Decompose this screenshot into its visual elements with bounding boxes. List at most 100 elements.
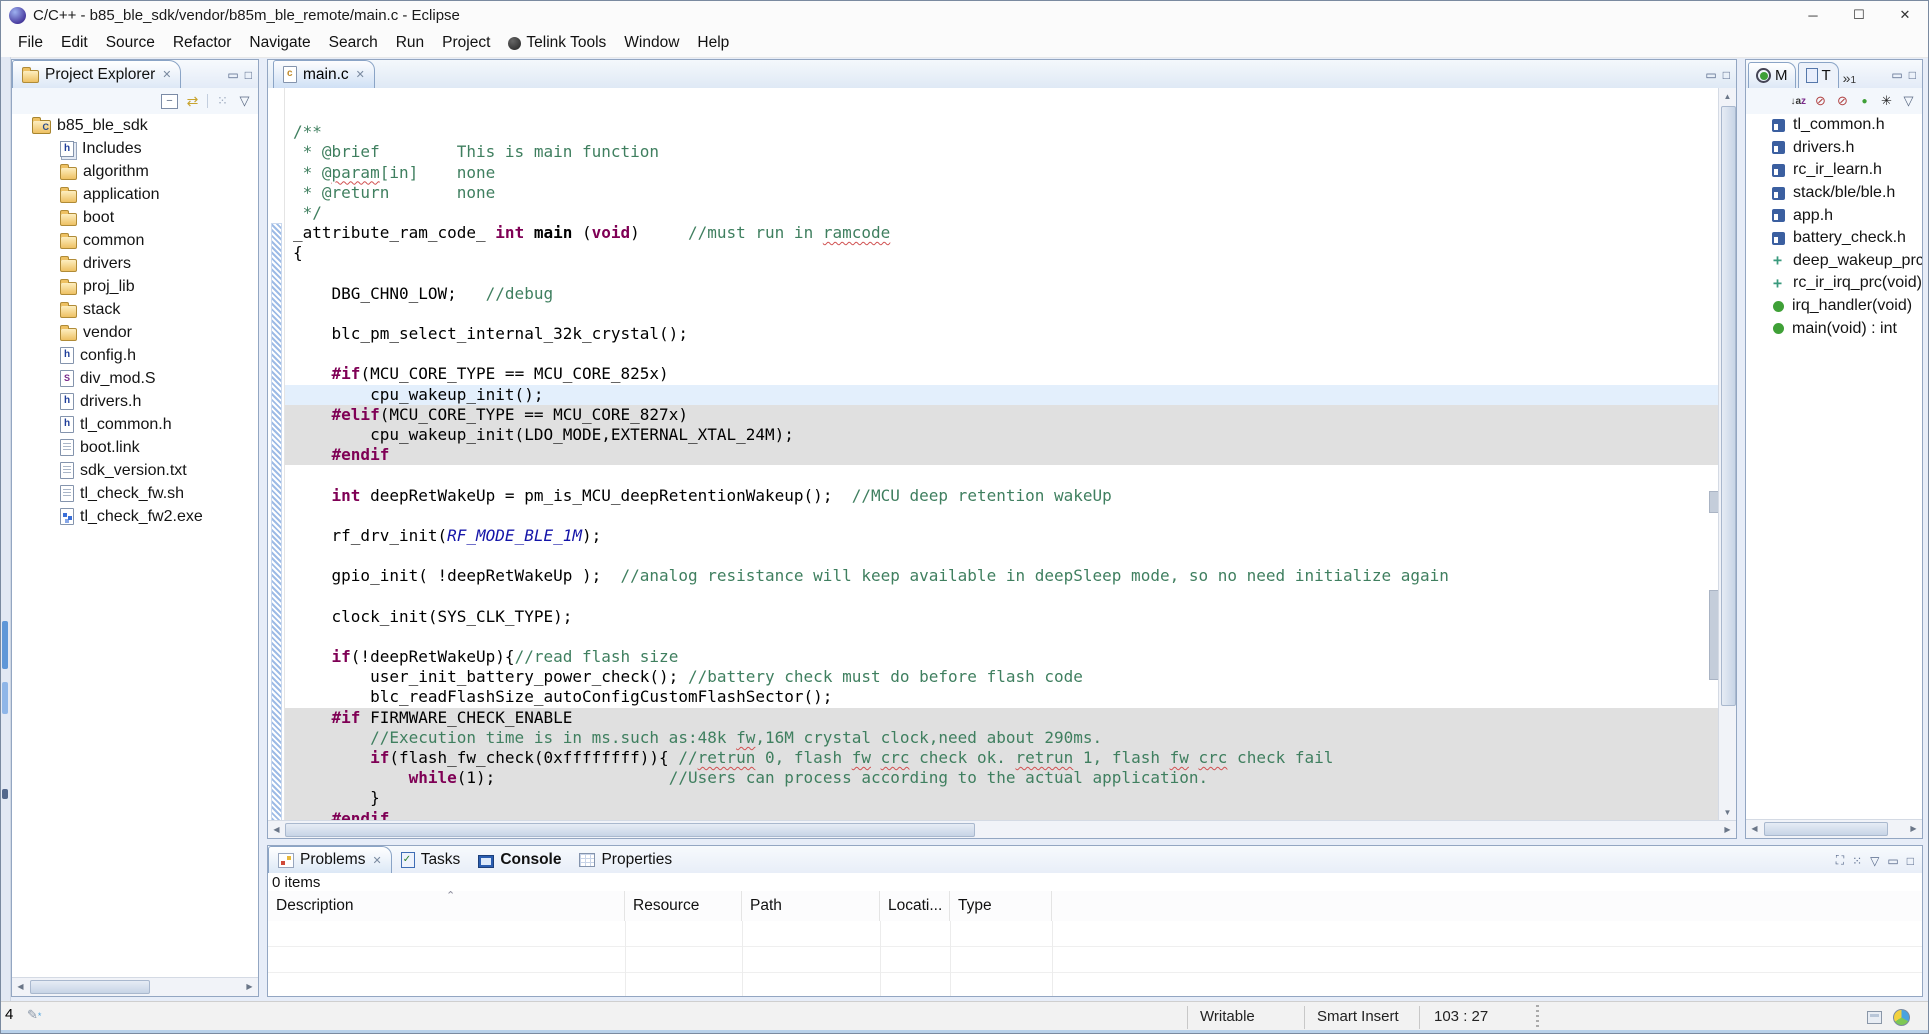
hide-fields-icon[interactable]: ⊘ xyxy=(1813,94,1828,109)
filter-icon[interactable]: ✳ xyxy=(1879,94,1894,109)
maximize-view-icon[interactable]: □ xyxy=(1907,854,1914,868)
outline-hscrollbar[interactable]: ◀ ▶ xyxy=(1746,819,1922,838)
menu-source[interactable]: Source xyxy=(97,31,164,55)
fast-view-marker[interactable] xyxy=(2,682,8,714)
outline-item-app-h[interactable]: app.h xyxy=(1746,204,1922,227)
project-explorer-hscrollbar[interactable]: ◀ ▶ xyxy=(12,977,258,996)
tree-item-sdk-version-txt[interactable]: sdk_version.txt xyxy=(12,459,258,482)
code-line[interactable]: while(1); //Users can process according … xyxy=(285,768,1719,788)
scroll-right-icon[interactable]: ▶ xyxy=(1719,821,1736,838)
code-line[interactable]: /** xyxy=(285,122,1719,142)
scrollbar-thumb[interactable] xyxy=(30,980,150,994)
scroll-left-icon[interactable]: ◀ xyxy=(268,821,285,838)
menu-run[interactable]: Run xyxy=(387,31,433,55)
menu-project[interactable]: Project xyxy=(433,31,499,55)
outline-item-rc-ir-irq-prc-void-[interactable]: rc_ir_irq_prc(void) xyxy=(1746,272,1922,295)
menu-window[interactable]: Window xyxy=(615,31,688,55)
hide-static-icon[interactable]: ⊘ xyxy=(1835,94,1850,109)
code-line[interactable]: cpu_wakeup_init(LDO_MODE,EXTERNAL_XTAL_2… xyxy=(285,425,1719,445)
menu-refactor[interactable]: Refactor xyxy=(164,31,241,55)
code-line[interactable] xyxy=(285,304,1719,324)
sort-icon[interactable]: ↓az xyxy=(1790,94,1806,109)
tree-item-config-h[interactable]: config.h xyxy=(12,344,258,367)
maximize-view-icon[interactable]: □ xyxy=(245,68,252,82)
menu-edit[interactable]: Edit xyxy=(52,31,97,55)
code-line[interactable]: cpu_wakeup_init(); xyxy=(285,385,1719,405)
tree-item-drivers-h[interactable]: drivers.h xyxy=(12,390,258,413)
code-line[interactable]: * @brief This is main function xyxy=(285,142,1719,162)
menu-help[interactable]: Help xyxy=(688,31,738,55)
editor-hscrollbar[interactable]: ◀ ▶ xyxy=(268,820,1736,838)
scroll-up-icon[interactable]: ▲ xyxy=(1719,88,1736,105)
minimize-view-icon[interactable]: ▭ xyxy=(227,68,238,82)
maximize-view-icon[interactable]: □ xyxy=(1909,68,1916,82)
code-line[interactable]: #if(MCU_CORE_TYPE == MCU_CORE_825x) xyxy=(285,364,1719,384)
fast-view-marker[interactable] xyxy=(2,621,8,669)
outline-item-rc-ir-learn-h[interactable]: rc_ir_learn.h xyxy=(1746,159,1922,182)
code-line[interactable]: clock_init(SYS_CLK_TYPE); xyxy=(285,607,1719,627)
close-icon[interactable]: ✕ xyxy=(372,854,381,867)
view-toolbar-icon[interactable]: ⛶ xyxy=(1836,853,1844,868)
code-line[interactable] xyxy=(285,546,1719,566)
tree-item-includes[interactable]: Includes xyxy=(12,137,258,160)
outline-item-tl-common-h[interactable]: tl_common.h xyxy=(1746,114,1922,137)
tab-problems[interactable]: Problems✕ xyxy=(268,846,392,873)
scrollbar-thumb[interactable] xyxy=(1721,106,1736,706)
outline-item-main-void-int[interactable]: main(void) : int xyxy=(1746,317,1922,340)
tab-properties[interactable]: Properties xyxy=(570,847,681,873)
view-tab-make-target[interactable]: M xyxy=(1748,62,1796,88)
code-line[interactable]: blc_pm_select_internal_32k_crystal(); xyxy=(285,324,1719,344)
scroll-left-icon[interactable]: ◀ xyxy=(1746,820,1763,837)
minimize-view-icon[interactable]: ▭ xyxy=(1891,68,1902,82)
menu-file[interactable]: File xyxy=(9,31,52,55)
tab-overflow-chevron[interactable]: »1 xyxy=(1843,70,1856,88)
code-line[interactable]: DBG_CHN0_LOW; //debug xyxy=(285,284,1719,304)
link-with-editor-icon[interactable]: ⇄ xyxy=(185,94,200,109)
tree-item-boot[interactable]: boot xyxy=(12,206,258,229)
close-icon[interactable]: ✕ xyxy=(162,68,171,81)
outline-item-battery-check-h[interactable]: battery_check.h xyxy=(1746,227,1922,250)
code-line[interactable]: gpio_init( !deepRetWakeUp ); //analog re… xyxy=(285,566,1719,586)
maximize-button[interactable]: ☐ xyxy=(1836,1,1882,29)
code-line[interactable]: user_init_battery_power_check(); //batte… xyxy=(285,667,1719,687)
code-line[interactable]: * @return none xyxy=(285,183,1719,203)
drag-handle[interactable] xyxy=(1536,1005,1539,1030)
code-line[interactable] xyxy=(285,344,1719,364)
view-menu-icon[interactable]: ▽ xyxy=(1870,854,1879,868)
view-menu-icon[interactable]: ▽ xyxy=(237,94,252,109)
restore-window-icon[interactable] xyxy=(1867,1011,1882,1024)
scroll-right-icon[interactable]: ▶ xyxy=(241,978,258,995)
tree-item-tl-check-fw-sh[interactable]: tl_check_fw.sh xyxy=(12,482,258,505)
code-line[interactable]: _attribute_ram_code_ int main (void) //m… xyxy=(285,223,1719,243)
hide-non-public-icon[interactable]: ● xyxy=(1857,94,1872,109)
collapse-all-icon[interactable]: − xyxy=(161,94,178,109)
column-header-path[interactable]: Path xyxy=(742,891,880,921)
tree-item-common[interactable]: common xyxy=(12,229,258,252)
code-text-area[interactable]: /** * @brief This is main function * @pa… xyxy=(285,88,1719,821)
view-toolbar-icon[interactable]: ⁙ xyxy=(1852,854,1862,868)
close-button[interactable]: ✕ xyxy=(1882,1,1928,29)
tree-item-tl-check-fw2-exe[interactable]: tl_check_fw2.exe xyxy=(12,505,258,528)
code-line[interactable]: if(!deepRetWakeUp){//read flash size xyxy=(285,647,1719,667)
code-line[interactable]: blc_readFlashSize_autoConfigCustomFlashS… xyxy=(285,687,1719,707)
fast-view-marker[interactable] xyxy=(2,789,8,799)
tree-item-proj-lib[interactable]: proj_lib xyxy=(12,275,258,298)
tree-item-b85-ble-sdk[interactable]: b85_ble_sdk xyxy=(12,114,258,137)
code-line[interactable] xyxy=(285,627,1719,647)
code-line[interactable]: #elif(MCU_CORE_TYPE == MCU_CORE_827x) xyxy=(285,405,1719,425)
tree-item-tl-common-h[interactable]: tl_common.h xyxy=(12,413,258,436)
scroll-left-icon[interactable]: ◀ xyxy=(12,978,29,995)
tree-item-vendor[interactable]: vendor xyxy=(12,321,258,344)
code-line[interactable] xyxy=(285,264,1719,284)
project-explorer-tab[interactable]: Project Explorer ✕ xyxy=(12,60,181,88)
scrollbar-thumb[interactable] xyxy=(285,823,975,837)
code-line[interactable]: rf_drv_init(RF_MODE_BLE_1M); xyxy=(285,526,1719,546)
focus-icon[interactable]: ⁙ xyxy=(215,94,230,109)
minimize-view-icon[interactable]: ▭ xyxy=(1887,854,1898,868)
code-line[interactable] xyxy=(285,102,1719,122)
annotation-ruler[interactable] xyxy=(268,88,285,821)
scroll-down-icon[interactable]: ▼ xyxy=(1719,804,1736,821)
code-line[interactable]: if(flash_fw_check(0xffffffff)){ //retrun… xyxy=(285,748,1719,768)
tree-item-algorithm[interactable]: algorithm xyxy=(12,160,258,183)
view-menu-icon[interactable]: ▽ xyxy=(1901,94,1916,109)
